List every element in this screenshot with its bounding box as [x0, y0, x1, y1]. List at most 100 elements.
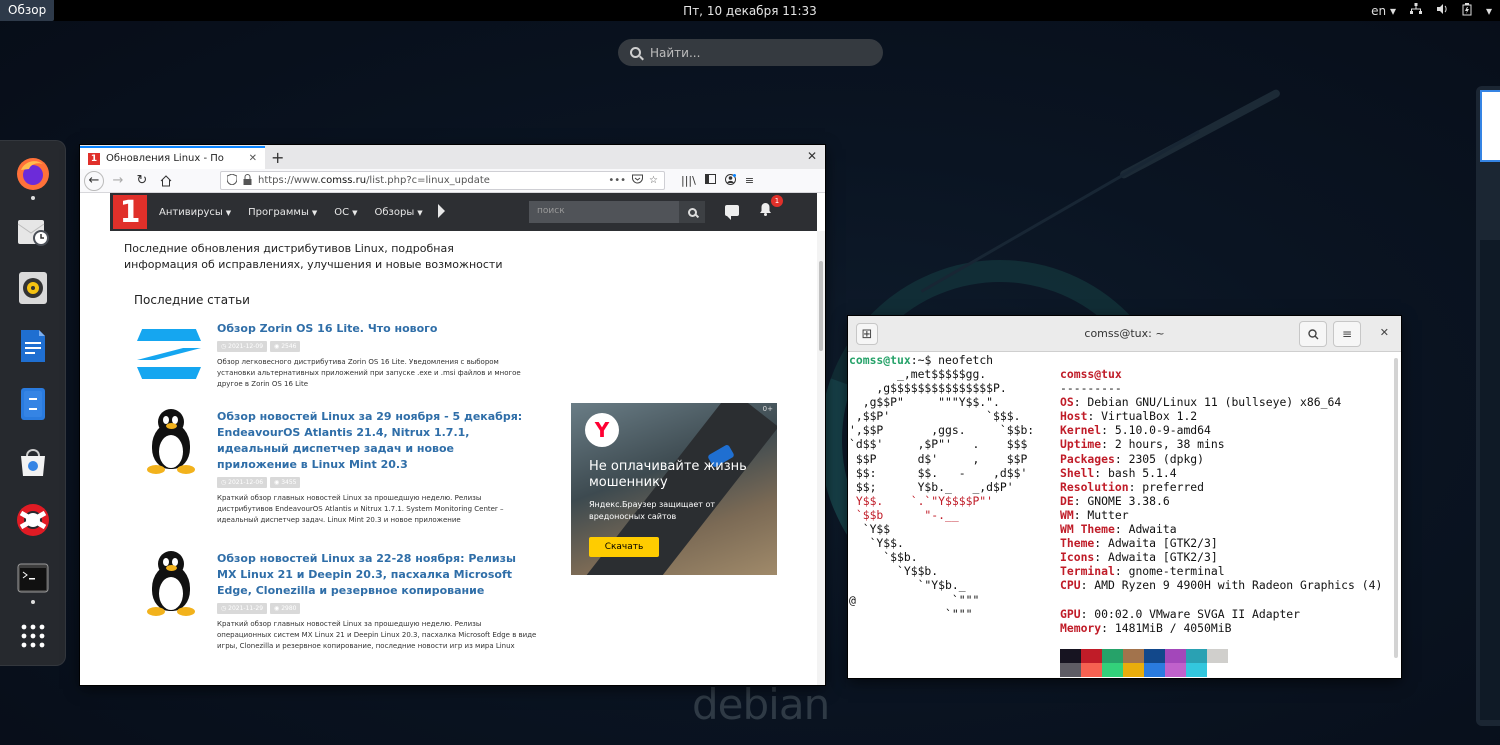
forward-button[interactable]: → — [108, 171, 128, 191]
volume-icon[interactable] — [1436, 3, 1448, 18]
palette-swatch — [1081, 649, 1102, 663]
running-indicator — [31, 600, 35, 604]
article-meta: ◷ 2021-12-09 ◉ 2546 — [217, 341, 301, 352]
palette-swatch — [1165, 663, 1186, 677]
info-line: Icons: Adwaita [GTK2/3] — [1060, 550, 1218, 565]
system-menu-chevron-icon[interactable]: ▾ — [1486, 4, 1492, 18]
terminal-window[interactable]: ⊞ comss@tux: ~ ≡ ✕ comss@tux:~$ neofetch… — [848, 316, 1401, 678]
article-title[interactable]: Обзор новостей Linux за 29 ноября - 5 де… — [217, 409, 537, 473]
article-description: Краткий обзор главных новостей Linux за … — [217, 620, 537, 650]
palette-swatch — [1144, 663, 1165, 677]
sidebar-icon[interactable] — [704, 173, 716, 188]
new-tab-button[interactable]: + — [271, 150, 284, 166]
files-icon[interactable] — [14, 385, 52, 423]
search-input[interactable] — [650, 45, 850, 60]
show-applications-icon[interactable] — [14, 617, 52, 655]
dash — [0, 140, 66, 666]
tracking-protection-shield-icon[interactable] — [226, 172, 238, 188]
workspace-thumbnails[interactable] — [1476, 86, 1500, 726]
palette-swatch — [1165, 649, 1186, 663]
home-button[interactable] — [156, 171, 176, 191]
tux-image[interactable] — [134, 551, 204, 621]
tux-image[interactable] — [134, 409, 204, 479]
yandex-logo: Y — [585, 413, 619, 447]
info-line: Theme: Adwaita [GTK2/3] — [1060, 536, 1218, 551]
bookmark-star-icon[interactable]: ☆ — [649, 175, 658, 186]
scrollbar-thumb[interactable] — [819, 261, 823, 351]
network-icon[interactable] — [1409, 3, 1422, 18]
browser-tab[interactable]: 1 Обновления Linux - По ✕ — [80, 146, 265, 169]
firefox-window[interactable]: 1 Обновления Linux - По ✕ + ✕ ← → ↻ http… — [80, 145, 825, 685]
ad-download-button[interactable]: Скачать — [589, 537, 659, 557]
clock[interactable]: Пт, 10 декабря 11:33 — [0, 4, 1500, 18]
url-bar[interactable]: https://www.comss.ru/list.php?c=linux_up… — [220, 171, 665, 190]
page-actions-icon[interactable]: ••• — [608, 175, 626, 186]
menu-item-os[interactable]: ОС ▼ — [334, 207, 357, 218]
zorin-logo[interactable] — [134, 321, 204, 391]
help-icon[interactable] — [14, 501, 52, 539]
article-views: ◉ 3455 — [270, 477, 301, 488]
menu-hamburger-icon[interactable]: ≡ — [745, 174, 754, 188]
input-language[interactable]: en ▾ — [1371, 4, 1396, 18]
terminal-menu-button[interactable]: ≡ — [1333, 321, 1361, 347]
menu-item-antivirus[interactable]: Антивирусы ▼ — [159, 207, 231, 218]
article-views: ◉ 2980 — [270, 603, 301, 614]
system-tray[interactable]: en ▾ ▾ — [1371, 0, 1492, 21]
yandex-browser-ad[interactable]: Y 0+ Не оплачивайте жизнь мошеннику Янде… — [571, 403, 777, 575]
site-search-input[interactable]: поиск — [529, 201, 679, 223]
chat-icon[interactable] — [725, 205, 739, 220]
page-scrollbar[interactable] — [817, 231, 825, 685]
bell-icon[interactable] — [759, 202, 772, 220]
palette-swatch — [1123, 649, 1144, 663]
article-title[interactable]: Обзор новостей Linux за 22-28 ноября: Ре… — [217, 551, 537, 599]
overview-search[interactable] — [618, 39, 883, 66]
palette-swatch — [1060, 649, 1081, 663]
menu-item-programs[interactable]: Программы ▼ — [248, 207, 317, 218]
software-icon[interactable] — [14, 443, 52, 481]
running-indicator — [31, 196, 35, 200]
info-line: OS: Debian GNU/Linux 11 (bullseye) x86_6… — [1060, 395, 1342, 410]
pocket-icon[interactable] — [632, 174, 644, 187]
window-close-icon[interactable]: ✕ — [807, 149, 817, 163]
section-title: Последние статьи — [134, 293, 250, 307]
terminal-search-button[interactable] — [1299, 321, 1327, 347]
palette-swatch — [1060, 663, 1081, 677]
workspace-thumbnail-empty[interactable] — [1480, 240, 1500, 720]
palette-swatch — [1186, 663, 1207, 677]
rhythmbox-icon[interactable] — [14, 269, 52, 307]
comss-favicon-icon: 1 — [88, 152, 100, 165]
palette-swatch — [1207, 663, 1228, 677]
palette-swatch — [1102, 663, 1123, 677]
window-close-icon[interactable]: ✕ — [1380, 326, 1389, 339]
url-text[interactable]: https://www.comss.ru/list.php?c=linux_up… — [258, 175, 602, 186]
palette-swatch — [1207, 649, 1228, 663]
article-description: Краткий обзор главных новостей Linux за … — [217, 494, 504, 524]
article-title[interactable]: Обзор Zorin OS 16 Lite. Что нового — [217, 321, 537, 337]
libreoffice-writer-icon[interactable] — [14, 327, 52, 365]
palette-swatch — [1102, 649, 1123, 663]
evolution-mail-icon[interactable] — [14, 211, 52, 249]
terminal-output[interactable]: comss@tux:~$ neofetch _,met$$$$$gg. ,g$$… — [848, 352, 1401, 678]
new-tab-icon[interactable]: ⊞ — [856, 323, 878, 345]
account-icon[interactable] — [724, 173, 736, 188]
battery-icon[interactable] — [1462, 2, 1472, 19]
firefox-icon[interactable] — [14, 155, 52, 193]
terminal-icon[interactable] — [14, 559, 52, 597]
palette-swatch — [1186, 649, 1207, 663]
menu-more-arrow-icon[interactable] — [438, 204, 445, 218]
notification-badge: 1 — [771, 195, 783, 207]
library-icon[interactable]: |||\ — [681, 174, 696, 188]
article-meta: ◷ 2021-12-06 ◉ 3455 — [217, 477, 301, 488]
reload-button[interactable]: ↻ — [132, 171, 152, 191]
site-header: 1 Антивирусы ▼ Программы ▼ ОС ▼ Обзоры ▼ пои… — [80, 193, 825, 231]
site-search-button[interactable] — [679, 201, 705, 223]
lock-icon[interactable] — [243, 173, 252, 188]
close-tab-icon[interactable]: ✕ — [249, 153, 257, 164]
menu-item-reviews[interactable]: Обзоры ▼ — [375, 207, 423, 218]
workspace-thumbnail-active[interactable] — [1480, 90, 1500, 162]
debian-ascii-logo: _,met$$$$$gg. ,g$$$$$$$$$$$$$$$P. ,g$$P"… — [849, 367, 1035, 621]
terminal-title: comss@tux: ~ — [1084, 327, 1165, 340]
terminal-scrollbar[interactable] — [1394, 358, 1398, 658]
comss-logo[interactable]: 1 — [113, 195, 147, 230]
back-button[interactable]: ← — [84, 170, 104, 191]
